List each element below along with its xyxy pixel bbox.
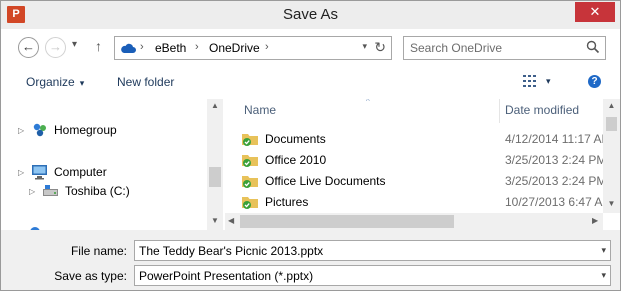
file-name: Office 2010: [265, 153, 327, 167]
address-bar[interactable]: › eBeth › OneDrive › ▾ ↻: [114, 36, 392, 60]
homegroup-icon: [33, 123, 46, 137]
scrollbar-thumb[interactable]: [606, 117, 617, 131]
file-name-label: File name:: [70, 244, 127, 258]
save-as-type-value: PowerPoint Presentation (*.pptx): [139, 269, 314, 283]
navigation-pane: ▷ Homegroup ▷ Computer ▷ Toshiba (C:) ▲ …: [1, 99, 223, 231]
file-name: Office Live Documents: [265, 174, 386, 188]
nav-pane-scrollbar[interactable]: ▲ ▼: [207, 99, 223, 230]
refresh-icon[interactable]: ↻: [374, 39, 386, 56]
expand-icon[interactable]: ▷: [18, 168, 27, 177]
breadcrumb-ebeth[interactable]: eBeth: [155, 41, 186, 55]
synced-folder-icon: [242, 197, 258, 209]
back-arrow-icon: ←: [22, 39, 35, 54]
file-list-vertical-scrollbar[interactable]: ▲ ▼: [603, 99, 620, 213]
synced-folder-icon: [242, 134, 258, 146]
nav-item-label: Computer: [54, 165, 107, 179]
file-date: 3/25/2013 2:24 PM: [505, 153, 607, 167]
file-list-pane: Name ^ Date modified Documents 4/12/2014…: [225, 99, 620, 230]
search-icon[interactable]: [586, 40, 600, 54]
close-button[interactable]: ✕: [575, 2, 615, 22]
forward-button[interactable]: →: [45, 37, 66, 58]
synced-folder-icon: [242, 176, 258, 188]
save-as-type-select[interactable]: PowerPoint Presentation (*.pptx) ▾: [134, 265, 611, 286]
back-button[interactable]: ←: [18, 37, 39, 58]
breadcrumb-separator: ›: [140, 41, 144, 53]
synced-folder-icon: [242, 155, 258, 167]
address-dropdown-icon[interactable]: ▾: [362, 41, 367, 52]
chevron-down-icon[interactable]: ▾: [601, 270, 606, 281]
file-date: 3/25/2013 2:24 PM: [505, 174, 607, 188]
sort-ascending-icon: ^: [366, 99, 370, 106]
breadcrumb-separator: ›: [265, 41, 269, 53]
nav-item-homegroup[interactable]: ▷ Homegroup: [18, 122, 117, 138]
close-icon: ✕: [589, 4, 601, 19]
file-date: 10/27/2013 6:47 AM: [505, 195, 613, 209]
new-folder-button[interactable]: New folder: [117, 75, 174, 89]
nav-item-toshiba-drive[interactable]: ▷ Toshiba (C:): [29, 184, 130, 198]
scroll-right-arrow-icon[interactable]: ▶: [592, 216, 598, 225]
search-input[interactable]: [410, 40, 580, 56]
help-icon[interactable]: ?: [588, 75, 601, 88]
view-options-chevron-icon[interactable]: ▾: [546, 76, 551, 87]
scroll-left-arrow-icon[interactable]: ◀: [228, 216, 234, 225]
scroll-up-arrow-icon[interactable]: ▲: [207, 101, 223, 110]
file-name: Pictures: [265, 195, 309, 209]
file-row-documents[interactable]: Documents 4/12/2014 11:17 AM: [241, 129, 612, 149]
file-row-pictures[interactable]: Pictures 10/27/2013 6:47 AM: [241, 192, 612, 212]
title-bar: P Save As ✕: [1, 1, 620, 29]
expand-icon[interactable]: ▷: [29, 187, 38, 196]
breadcrumb-onedrive[interactable]: OneDrive: [209, 41, 260, 55]
column-header-date-modified[interactable]: Date modified: [505, 103, 579, 117]
file-list-horizontal-scrollbar[interactable]: ◀ ▶: [225, 213, 603, 230]
up-one-level-icon[interactable]: ↑: [95, 38, 102, 54]
nav-item-label: Toshiba (C:): [65, 184, 130, 198]
file-row-office-2010[interactable]: Office 2010 3/25/2013 2:24 PM: [241, 150, 607, 170]
expand-icon[interactable]: ▷: [18, 126, 27, 135]
save-as-dialog: P Save As ✕ ← → ▾ ↑ › eBeth › OneDrive ›…: [0, 0, 621, 291]
column-divider[interactable]: [499, 99, 500, 123]
scroll-down-arrow-icon[interactable]: ▼: [207, 216, 223, 225]
file-name-combo[interactable]: ▾: [134, 240, 611, 261]
drive-icon: [43, 185, 58, 196]
column-header-name[interactable]: Name: [244, 103, 276, 117]
organize-button[interactable]: Organize ▾: [26, 75, 84, 89]
scrollbar-thumb[interactable]: [240, 215, 454, 228]
search-box[interactable]: [403, 36, 606, 60]
file-name: Documents: [265, 132, 326, 146]
change-view-icon[interactable]: [523, 74, 539, 88]
recent-locations-chevron-icon[interactable]: ▾: [72, 39, 77, 50]
chevron-down-icon[interactable]: ▾: [601, 245, 606, 256]
file-name-input[interactable]: [139, 243, 579, 258]
address-row: ← → ▾ ↑ › eBeth › OneDrive › ▾ ↻: [1, 29, 620, 65]
computer-icon: [32, 165, 47, 180]
file-date: 4/12/2014 11:17 AM: [505, 132, 612, 146]
command-toolbar: Organize ▾ New folder ▾ ?: [1, 65, 620, 99]
scrollbar-thumb[interactable]: [209, 167, 221, 187]
scroll-up-arrow-icon[interactable]: ▲: [603, 101, 620, 110]
save-as-type-label: Save as type:: [54, 269, 127, 283]
chevron-down-icon: ▾: [79, 78, 85, 88]
nav-item-computer[interactable]: ▷ Computer: [18, 164, 107, 180]
breadcrumb-separator: ›: [195, 41, 199, 53]
forward-arrow-icon: →: [49, 39, 62, 54]
onedrive-cloud-icon: [121, 43, 136, 53]
organize-label: Organize: [26, 75, 75, 89]
nav-item-label: Homegroup: [54, 123, 117, 137]
file-row-office-live-documents[interactable]: Office Live Documents 3/25/2013 2:24 PM: [241, 171, 607, 191]
window-title: Save As: [282, 6, 339, 23]
scroll-down-arrow-icon[interactable]: ▼: [603, 199, 620, 208]
save-options-panel: File name: ▾ Save as type: PowerPoint Pr…: [1, 230, 620, 290]
